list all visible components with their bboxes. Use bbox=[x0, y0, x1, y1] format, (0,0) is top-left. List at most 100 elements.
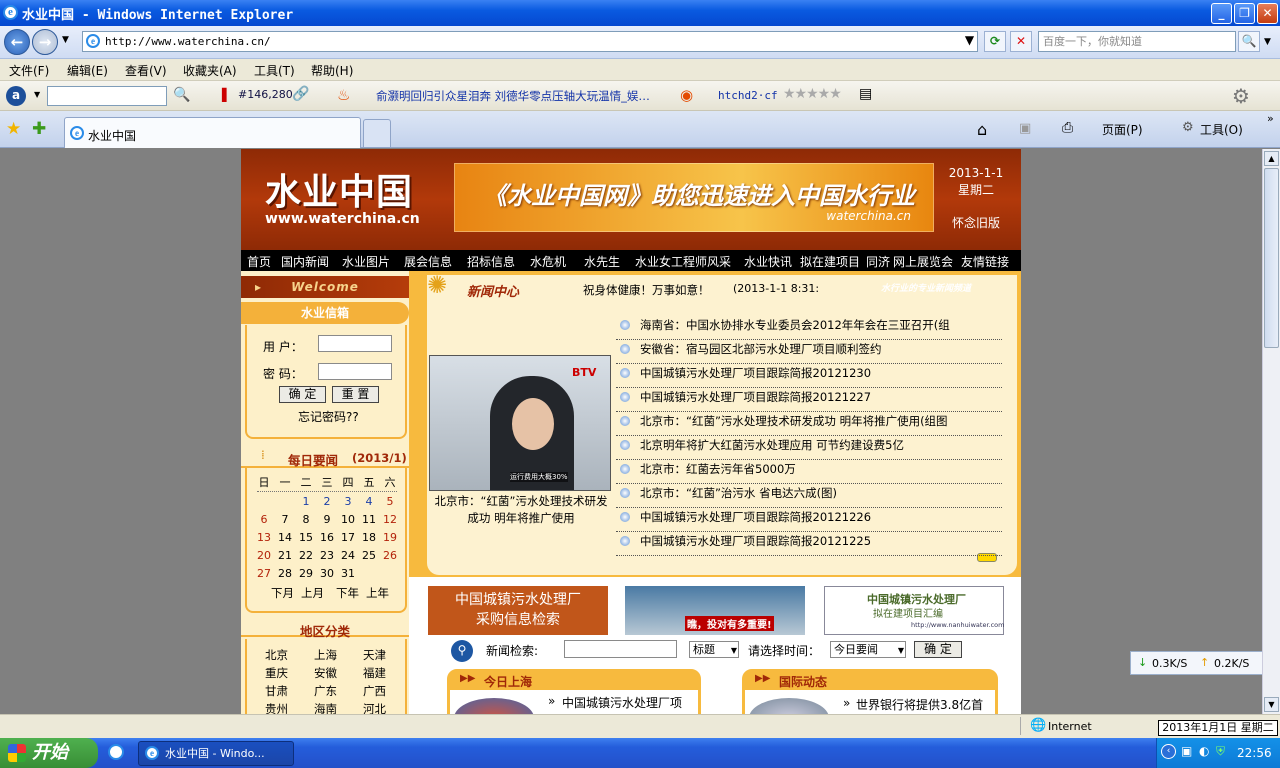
news-photo[interactable]: BTV 运行费用大概30% bbox=[429, 355, 611, 491]
news-ticker[interactable]: 俞灏明回归引众星泪奔 刘德华零点压轴大玩温情_娱… bbox=[376, 88, 650, 104]
stop-icon[interactable]: ✕ bbox=[1010, 31, 1032, 52]
calendar-day[interactable]: 23 bbox=[317, 549, 337, 562]
rss-icon[interactable]: ▣ bbox=[1019, 121, 1031, 136]
menu-tools[interactable]: 工具(T) bbox=[254, 62, 295, 79]
time-select[interactable]: 今日要闻 ▼ bbox=[830, 641, 906, 658]
address-dropdown-icon[interactable]: ▼ bbox=[961, 31, 978, 52]
flame-icon[interactable]: ♨ bbox=[337, 86, 350, 104]
calendar-day[interactable]: 8 bbox=[296, 513, 316, 526]
news-item[interactable]: 中国城镇污水处理厂项目跟踪简报20121227 bbox=[616, 388, 1002, 412]
refresh-icon[interactable]: ⟳ bbox=[984, 31, 1006, 52]
tray-expand-icon[interactable]: ‹ bbox=[1161, 744, 1176, 759]
calendar-day[interactable]: 25 bbox=[359, 549, 379, 562]
password-field[interactable] bbox=[318, 363, 392, 380]
menu-file[interactable]: 文件(F) bbox=[9, 62, 49, 79]
news-search-button[interactable]: 确 定 bbox=[914, 641, 962, 658]
calendar-nav-link[interactable]: 下年 bbox=[336, 585, 359, 601]
menu-edit[interactable]: 编辑(E) bbox=[67, 62, 108, 79]
nav-projects[interactable]: 拟在建项目 bbox=[800, 253, 860, 270]
region-link[interactable]: 海南 bbox=[314, 701, 337, 714]
calendar-day[interactable]: 20 bbox=[254, 549, 274, 562]
notepad-icon[interactable]: ▤ bbox=[859, 86, 872, 102]
maximize-button[interactable]: ❐ bbox=[1234, 3, 1255, 24]
news-item[interactable]: 北京市：“红菌”治污水 省电达六成(图) bbox=[616, 484, 1002, 508]
add-favorite-icon[interactable]: ✚ bbox=[32, 119, 46, 139]
toolbar-search-icon[interactable]: 🔍 bbox=[173, 87, 190, 103]
nav-photos[interactable]: 水业图片 bbox=[342, 253, 390, 270]
alexa-icon[interactable]: a bbox=[6, 86, 26, 106]
print-icon[interactable]: ⎙ bbox=[1062, 120, 1073, 136]
favorites-star-icon[interactable]: ★ bbox=[6, 119, 21, 139]
region-link[interactable]: 北京 bbox=[265, 647, 288, 663]
calendar-day[interactable]: 15 bbox=[296, 531, 316, 544]
taskbar-ie-window[interactable]: e 水业中国 - Windo... bbox=[138, 741, 294, 766]
calendar-day[interactable]: 13 bbox=[254, 531, 274, 544]
calendar-day[interactable]: 14 bbox=[275, 531, 295, 544]
tab-active[interactable]: e 水业中国 bbox=[64, 117, 361, 148]
security-shield-icon[interactable]: ⛨ bbox=[1216, 744, 1225, 759]
close-button[interactable]: ✕ bbox=[1257, 3, 1278, 24]
minimize-button[interactable]: _ bbox=[1211, 3, 1232, 24]
calendar-day[interactable]: 28 bbox=[275, 567, 295, 580]
photo-caption[interactable]: 北京市：“红菌”污水处理技术研发成功 明年将推广使用 bbox=[429, 493, 613, 527]
search-type-select[interactable]: 标题 ▼ bbox=[689, 641, 739, 658]
menu-view[interactable]: 查看(V) bbox=[125, 62, 167, 79]
calendar-day[interactable]: 12 bbox=[380, 513, 400, 526]
region-link[interactable]: 天津 bbox=[363, 647, 386, 663]
chevron-more-icon[interactable]: » bbox=[1267, 112, 1274, 125]
site-logo[interactable]: 水业中国 www.waterchina.cn bbox=[265, 163, 420, 227]
nav-bidding[interactable]: 招标信息 bbox=[467, 253, 515, 270]
news-item[interactable]: 海南省：中国水协排水专业委员会2012年年会在三亚召开(组 bbox=[616, 316, 1002, 340]
calendar-day[interactable]: 3 bbox=[338, 495, 358, 508]
news-item[interactable]: 中国城镇污水处理厂项目跟踪简报20121226 bbox=[616, 508, 1002, 532]
nav-tongji[interactable]: 同济 bbox=[866, 253, 890, 270]
news-item[interactable]: 中国城镇污水处理厂项目跟踪简报20121230 bbox=[616, 364, 1002, 388]
calendar-nav-link[interactable]: 上月 bbox=[301, 585, 324, 601]
calendar-nav-link[interactable]: 下月 bbox=[271, 585, 294, 601]
news-item[interactable]: 安徽省：宿马园区北部污水处理厂项目顺利签约 bbox=[616, 340, 1002, 364]
tools-menu-button[interactable]: 工具(O) bbox=[1200, 121, 1243, 138]
forgot-password-link[interactable]: 忘记密码?? bbox=[298, 408, 359, 425]
region-link[interactable]: 河北 bbox=[363, 701, 386, 714]
calendar-day[interactable]: 22 bbox=[296, 549, 316, 562]
history-dropdown-icon[interactable]: ▼ bbox=[62, 35, 69, 45]
start-button[interactable]: 开始 bbox=[0, 738, 98, 768]
news-item[interactable]: 北京市：“红菌”污水处理技术研发成功 明年将推广使用(组图 bbox=[616, 412, 1002, 436]
nav-domestic-news[interactable]: 国内新闻 bbox=[281, 253, 329, 270]
calendar-day[interactable]: 1 bbox=[296, 495, 316, 508]
search-options-icon[interactable]: ▼ bbox=[1264, 37, 1271, 47]
calendar-day[interactable]: 7 bbox=[275, 513, 295, 526]
calendar-day[interactable]: 26 bbox=[380, 549, 400, 562]
forward-button[interactable]: → bbox=[32, 29, 58, 55]
page-viewport[interactable]: 水业中国 www.waterchina.cn 《水业中国网》助您迅速进入中国水行… bbox=[0, 149, 1262, 714]
calendar-day[interactable]: 2 bbox=[317, 495, 337, 508]
news-item[interactable]: 北京市：红菌去污年省5000万 bbox=[616, 460, 1002, 484]
username-field[interactable] bbox=[318, 335, 392, 352]
region-link[interactable]: 福建 bbox=[363, 665, 386, 681]
calendar-day[interactable]: 19 bbox=[380, 531, 400, 544]
news-item[interactable]: 中国城镇污水处理厂项目跟踪简报20121225 bbox=[616, 532, 1002, 556]
toolbar-search-input[interactable] bbox=[47, 86, 167, 106]
calendar-nav-link[interactable]: 上年 bbox=[366, 585, 389, 601]
scroll-down-arrow-icon[interactable]: ▼ bbox=[1264, 697, 1279, 712]
scroll-up-arrow-icon[interactable]: ▲ bbox=[1264, 151, 1279, 166]
region-link[interactable]: 广西 bbox=[363, 683, 386, 699]
calendar-day[interactable]: 18 bbox=[359, 531, 379, 544]
menu-help[interactable]: 帮助(H) bbox=[311, 62, 353, 79]
nav-mr-water[interactable]: 水先生 bbox=[584, 253, 620, 270]
window-title-bar[interactable]: e 水业中国 - Windows Internet Explorer _ ❐ ✕ bbox=[0, 0, 1280, 26]
speed-widget[interactable]: ↓ 0.3K/S ↑ 0.2K/S bbox=[1130, 651, 1262, 675]
promo-invest[interactable]: 瞧，投对有多重要! bbox=[625, 586, 805, 635]
gear-icon[interactable]: ⚙ bbox=[1232, 84, 1250, 108]
region-link[interactable]: 贵州 bbox=[265, 701, 288, 714]
calendar-day[interactable]: 5 bbox=[380, 495, 400, 508]
alexa-dropdown-icon[interactable]: ▼ bbox=[34, 90, 40, 99]
region-link[interactable]: 广东 bbox=[314, 683, 337, 699]
nav-links[interactable]: 友情链接 bbox=[961, 253, 1009, 270]
new-tab-button[interactable] bbox=[363, 119, 391, 147]
link-icon[interactable]: 🔗 bbox=[292, 86, 309, 102]
reset-button[interactable]: 重 置 bbox=[332, 386, 379, 403]
calendar-day[interactable]: 31 bbox=[338, 567, 358, 580]
calendar-day[interactable]: 21 bbox=[275, 549, 295, 562]
calendar-day[interactable]: 6 bbox=[254, 513, 274, 526]
